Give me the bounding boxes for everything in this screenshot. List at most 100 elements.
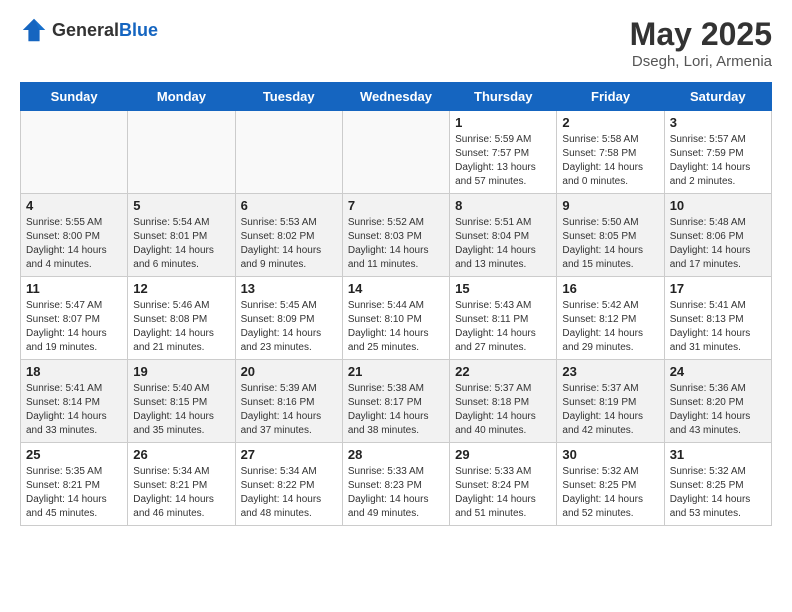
calendar-cell: 3 Sunrise: 5:57 AMSunset: 7:59 PMDaylight… bbox=[664, 111, 771, 194]
calendar-cell: 21 Sunrise: 5:38 AMSunset: 8:17 PMDayligh… bbox=[342, 360, 449, 443]
calendar-cell: 19Sunrise: 5:40 AMSunset: 8:15 PMDayligh… bbox=[128, 360, 235, 443]
calendar-week-row: 18 Sunrise: 5:41 AMSunset: 8:14 PMDayligh… bbox=[21, 360, 772, 443]
day-number: 27 bbox=[241, 447, 337, 462]
month-year-title: May 2025 bbox=[630, 16, 772, 53]
calendar-cell: 8 Sunrise: 5:51 AMSunset: 8:04 PMDaylight… bbox=[450, 194, 557, 277]
calendar-cell: 7 Sunrise: 5:52 AMSunset: 8:03 PMDaylight… bbox=[342, 194, 449, 277]
day-info: Sunrise: 5:39 AMSunset: 8:16 PMDaylight:… bbox=[241, 382, 337, 438]
calendar-cell: 22Sunrise: 5:37 AMSunset: 8:18 PMDayligh… bbox=[450, 360, 557, 443]
day-number: 21 bbox=[348, 364, 444, 379]
day-info: Sunrise: 5:37 AMSunset: 8:19 PMDaylight:… bbox=[562, 382, 658, 438]
calendar-cell: 26 Sunrise: 5:34 AMSunset: 8:21 PMDayligh… bbox=[128, 443, 235, 526]
calendar-cell: 2Sunrise: 5:58 AMSunset: 7:58 PMDaylight… bbox=[557, 111, 664, 194]
day-info: Sunrise: 5:35 AMSunset: 8:21 PMDaylight:… bbox=[26, 465, 122, 521]
calendar-cell: 17 Sunrise: 5:41 AMSunset: 8:13 PMDayligh… bbox=[664, 277, 771, 360]
day-number: 17 bbox=[670, 281, 766, 296]
calendar-table: Sunday Monday Tuesday Wednesday Thursday… bbox=[20, 82, 772, 526]
calendar-cell: 9Sunrise: 5:50 AMSunset: 8:05 PMDaylight… bbox=[557, 194, 664, 277]
calendar-cell: 30 Sunrise: 5:32 AMSunset: 8:25 PMDayligh… bbox=[557, 443, 664, 526]
calendar-cell: 1Sunrise: 5:59 AMSunset: 7:57 PMDaylight… bbox=[450, 111, 557, 194]
day-info: Sunrise: 5:48 AMSunset: 8:06 PMDaylight:… bbox=[670, 216, 766, 272]
calendar-cell: 31Sunrise: 5:32 AMSunset: 8:25 PMDayligh… bbox=[664, 443, 771, 526]
day-number: 20 bbox=[241, 364, 337, 379]
day-number: 18 bbox=[26, 364, 122, 379]
day-info: Sunrise: 5:34 AMSunset: 8:21 PMDaylight:… bbox=[133, 465, 229, 521]
calendar-cell: 24 Sunrise: 5:36 AMSunset: 8:20 PMDayligh… bbox=[664, 360, 771, 443]
day-info: Sunrise: 5:33 AMSunset: 8:23 PMDaylight:… bbox=[348, 465, 444, 521]
day-number: 23 bbox=[562, 364, 658, 379]
weekday-header-row: Sunday Monday Tuesday Wednesday Thursday… bbox=[21, 83, 772, 111]
day-number: 28 bbox=[348, 447, 444, 462]
header-tuesday: Tuesday bbox=[235, 83, 342, 111]
calendar-cell: 23 Sunrise: 5:37 AMSunset: 8:19 PMDayligh… bbox=[557, 360, 664, 443]
calendar-cell: 27 Sunrise: 5:34 AMSunset: 8:22 PMDayligh… bbox=[235, 443, 342, 526]
calendar-cell bbox=[342, 111, 449, 194]
day-info: Sunrise: 5:40 AMSunset: 8:15 PMDaylight:… bbox=[133, 382, 229, 438]
day-number: 7 bbox=[348, 198, 444, 213]
day-info: Sunrise: 5:51 AMSunset: 8:04 PMDaylight:… bbox=[455, 216, 551, 272]
header: GeneralBlue May 2025 Dsegh, Lori, Armeni… bbox=[20, 16, 772, 70]
day-number: 24 bbox=[670, 364, 766, 379]
day-info: Sunrise: 5:36 AMSunset: 8:20 PMDaylight:… bbox=[670, 382, 766, 438]
calendar-cell: 28 Sunrise: 5:33 AMSunset: 8:23 PMDayligh… bbox=[342, 443, 449, 526]
day-info: Sunrise: 5:34 AMSunset: 8:22 PMDaylight:… bbox=[241, 465, 337, 521]
day-number: 13 bbox=[241, 281, 337, 296]
day-number: 11 bbox=[26, 281, 122, 296]
header-friday: Friday bbox=[557, 83, 664, 111]
day-number: 5 bbox=[133, 198, 229, 213]
day-number: 10 bbox=[670, 198, 766, 213]
calendar-cell: 14 Sunrise: 5:44 AMSunset: 8:10 PMDayligh… bbox=[342, 277, 449, 360]
day-info: Sunrise: 5:41 AMSunset: 8:14 PMDaylight:… bbox=[26, 382, 122, 438]
day-number: 4 bbox=[26, 198, 122, 213]
calendar-cell: 10 Sunrise: 5:48 AMSunset: 8:06 PMDayligh… bbox=[664, 194, 771, 277]
day-number: 15 bbox=[455, 281, 551, 296]
day-info: Sunrise: 5:42 AMSunset: 8:12 PMDaylight:… bbox=[562, 299, 658, 355]
day-info: Sunrise: 5:32 AMSunset: 8:25 PMDaylight:… bbox=[562, 465, 658, 521]
header-sunday: Sunday bbox=[21, 83, 128, 111]
logo: GeneralBlue bbox=[20, 16, 158, 44]
calendar-week-row: 25 Sunrise: 5:35 AMSunset: 8:21 PMDayligh… bbox=[21, 443, 772, 526]
calendar-cell: 18 Sunrise: 5:41 AMSunset: 8:14 PMDayligh… bbox=[21, 360, 128, 443]
logo-blue: Blue bbox=[119, 20, 158, 40]
day-info: Sunrise: 5:43 AMSunset: 8:11 PMDaylight:… bbox=[455, 299, 551, 355]
calendar-cell: 13Sunrise: 5:45 AMSunset: 8:09 PMDayligh… bbox=[235, 277, 342, 360]
day-number: 31 bbox=[670, 447, 766, 462]
day-info: Sunrise: 5:57 AMSunset: 7:59 PMDaylight:… bbox=[670, 133, 766, 189]
calendar-cell: 11Sunrise: 5:47 AMSunset: 8:07 PMDayligh… bbox=[21, 277, 128, 360]
day-number: 26 bbox=[133, 447, 229, 462]
day-info: Sunrise: 5:38 AMSunset: 8:17 PMDaylight:… bbox=[348, 382, 444, 438]
calendar-cell: 15 Sunrise: 5:43 AMSunset: 8:11 PMDayligh… bbox=[450, 277, 557, 360]
day-info: Sunrise: 5:52 AMSunset: 8:03 PMDaylight:… bbox=[348, 216, 444, 272]
day-info: Sunrise: 5:46 AMSunset: 8:08 PMDaylight:… bbox=[133, 299, 229, 355]
location-subtitle: Dsegh, Lori, Armenia bbox=[630, 53, 772, 70]
calendar-week-row: 11Sunrise: 5:47 AMSunset: 8:07 PMDayligh… bbox=[21, 277, 772, 360]
day-number: 6 bbox=[241, 198, 337, 213]
day-number: 1 bbox=[455, 115, 551, 130]
day-number: 29 bbox=[455, 447, 551, 462]
day-number: 25 bbox=[26, 447, 122, 462]
calendar-cell bbox=[21, 111, 128, 194]
day-number: 3 bbox=[670, 115, 766, 130]
day-info: Sunrise: 5:54 AMSunset: 8:01 PMDaylight:… bbox=[133, 216, 229, 272]
calendar-week-row: 1Sunrise: 5:59 AMSunset: 7:57 PMDaylight… bbox=[21, 111, 772, 194]
day-info: Sunrise: 5:33 AMSunset: 8:24 PMDaylight:… bbox=[455, 465, 551, 521]
calendar-cell: 6Sunrise: 5:53 AMSunset: 8:02 PMDaylight… bbox=[235, 194, 342, 277]
title-block: May 2025 Dsegh, Lori, Armenia bbox=[630, 16, 772, 70]
day-info: Sunrise: 5:44 AMSunset: 8:10 PMDaylight:… bbox=[348, 299, 444, 355]
calendar-cell: 20 Sunrise: 5:39 AMSunset: 8:16 PMDayligh… bbox=[235, 360, 342, 443]
day-number: 16 bbox=[562, 281, 658, 296]
calendar-cell bbox=[128, 111, 235, 194]
day-number: 14 bbox=[348, 281, 444, 296]
calendar-cell: 25 Sunrise: 5:35 AMSunset: 8:21 PMDayligh… bbox=[21, 443, 128, 526]
logo-general: General bbox=[52, 20, 119, 40]
day-info: Sunrise: 5:37 AMSunset: 8:18 PMDaylight:… bbox=[455, 382, 551, 438]
calendar-cell bbox=[235, 111, 342, 194]
day-number: 8 bbox=[455, 198, 551, 213]
day-number: 12 bbox=[133, 281, 229, 296]
day-info: Sunrise: 5:41 AMSunset: 8:13 PMDaylight:… bbox=[670, 299, 766, 355]
day-number: 30 bbox=[562, 447, 658, 462]
header-monday: Monday bbox=[128, 83, 235, 111]
calendar-cell: 5 Sunrise: 5:54 AMSunset: 8:01 PMDaylight… bbox=[128, 194, 235, 277]
calendar-week-row: 4Sunrise: 5:55 AMSunset: 8:00 PMDaylight… bbox=[21, 194, 772, 277]
day-info: Sunrise: 5:58 AMSunset: 7:58 PMDaylight:… bbox=[562, 133, 658, 189]
